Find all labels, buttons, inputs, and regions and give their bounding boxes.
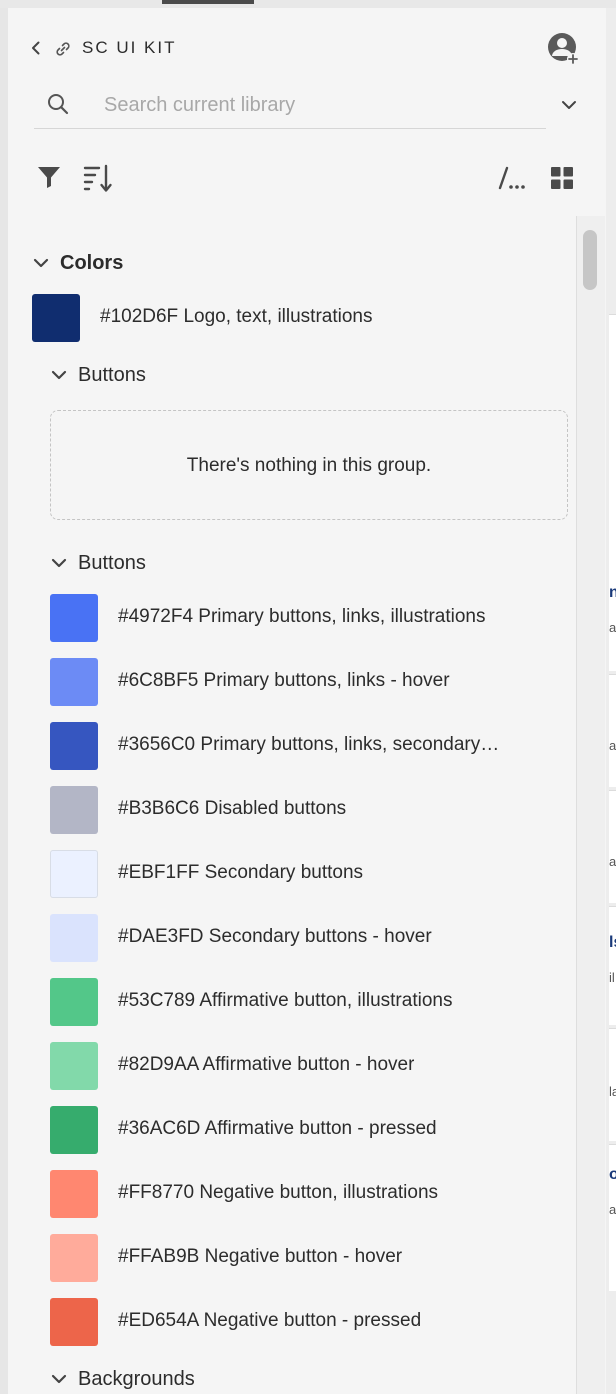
search-input[interactable] bbox=[102, 88, 526, 122]
color-swatch bbox=[50, 594, 98, 642]
search-bar bbox=[34, 84, 546, 129]
canvas-fragment: la bbox=[609, 1084, 616, 1099]
color-swatch-item[interactable]: #102D6F Logo, text, illustrations bbox=[32, 294, 572, 342]
canvas-fragment: n bbox=[609, 584, 616, 601]
color-label: #EBF1FF Secondary buttons bbox=[118, 862, 364, 883]
color-label: #FF8770 Negative button, illustrations bbox=[118, 1182, 439, 1203]
group-backgrounds[interactable]: Backgrounds bbox=[50, 1366, 270, 1394]
color-label: #36AC6D Affirmative button - pressed bbox=[118, 1118, 437, 1139]
canvas-card bbox=[609, 314, 616, 671]
sort-icon[interactable] bbox=[82, 162, 114, 194]
color-swatch bbox=[50, 1234, 98, 1282]
filter-icon[interactable] bbox=[36, 164, 62, 190]
canvas-fragment: o bbox=[609, 1166, 616, 1183]
color-swatch bbox=[50, 978, 98, 1026]
color-label: #4972F4 Primary buttons, links, illustra… bbox=[118, 606, 486, 627]
color-swatch-item[interactable]: #3656C0 Primary buttons, links, secondar… bbox=[50, 722, 576, 770]
library-toolbar bbox=[8, 158, 606, 198]
top-tab-strip bbox=[0, 0, 616, 8]
canvas-card bbox=[609, 790, 616, 903]
color-swatch bbox=[50, 850, 98, 898]
library-header: SC UI KIT bbox=[8, 32, 606, 66]
color-swatch-item[interactable]: #82D9AA Affirmative button - hover bbox=[50, 1042, 576, 1090]
color-swatch-item[interactable]: #4972F4 Primary buttons, links, illustra… bbox=[50, 594, 576, 642]
canvas-fragment: a bbox=[609, 1202, 616, 1217]
canvas-fragment: a bbox=[609, 620, 616, 635]
empty-group-message: There's nothing in this group. bbox=[186, 455, 432, 476]
color-label: #102D6F Logo, text, illustrations bbox=[100, 306, 373, 327]
color-swatch bbox=[50, 914, 98, 962]
color-label: #53C789 Affirmative button, illustration… bbox=[118, 990, 453, 1011]
left-edge bbox=[0, 8, 8, 1394]
group-label: Buttons bbox=[78, 364, 146, 386]
color-label: #6C8BF5 Primary buttons, links - hover bbox=[118, 670, 450, 691]
group-buttons-empty[interactable]: Buttons bbox=[50, 362, 250, 392]
color-swatch bbox=[50, 786, 98, 834]
color-swatch bbox=[50, 658, 98, 706]
document-canvas-edge: n a a a ls il la o a bbox=[606, 8, 616, 1394]
color-label: #B3B6C6 Disabled buttons bbox=[118, 798, 347, 819]
color-label: #ED654A Negative button - pressed bbox=[118, 1310, 422, 1331]
canvas-card bbox=[609, 674, 616, 787]
color-swatch bbox=[50, 1298, 98, 1346]
scrollbar-thumb[interactable] bbox=[583, 230, 597, 290]
library-content: Colors #102D6F Logo, text, illustrations… bbox=[8, 216, 576, 1394]
color-swatch bbox=[50, 1106, 98, 1154]
canvas-card bbox=[609, 906, 616, 1025]
grid-view-icon[interactable] bbox=[550, 166, 574, 190]
chevron-down-icon bbox=[33, 258, 49, 268]
add-user-icon[interactable] bbox=[546, 32, 580, 66]
vertical-scrollbar[interactable] bbox=[576, 216, 605, 1394]
canvas-fragment: ls bbox=[609, 934, 616, 951]
libraries-panel: SC UI KIT Search current library Colors … bbox=[8, 8, 606, 1394]
chevron-down-icon[interactable] bbox=[558, 94, 580, 116]
library-title: SC UI KIT bbox=[82, 38, 177, 57]
group-buttons[interactable]: Buttons bbox=[50, 550, 250, 580]
chevron-down-icon bbox=[51, 1374, 67, 1384]
color-swatch bbox=[50, 1170, 98, 1218]
color-swatch-item[interactable]: #ED654A Negative button - pressed bbox=[50, 1298, 576, 1346]
color-label: #3656C0 Primary buttons, links, secondar… bbox=[118, 734, 500, 755]
canvas-fragment: a bbox=[609, 738, 616, 753]
color-swatch-item[interactable]: #53C789 Affirmative button, illustration… bbox=[50, 978, 576, 1026]
color-swatch-item[interactable]: #DAE3FD Secondary buttons - hover bbox=[50, 914, 576, 962]
canvas-fragment: il bbox=[609, 970, 615, 985]
color-swatch-item[interactable]: #B3B6C6 Disabled buttons bbox=[50, 786, 576, 834]
search-icon bbox=[48, 94, 69, 115]
canvas-fragment: a bbox=[609, 854, 616, 869]
color-swatch-item[interactable]: #FFAB9B Negative button - hover bbox=[50, 1234, 576, 1282]
color-swatch-item[interactable]: #FF8770 Negative button, illustrations bbox=[50, 1170, 576, 1218]
color-swatch-item[interactable]: #36AC6D Affirmative button - pressed bbox=[50, 1106, 576, 1154]
path-view-icon[interactable] bbox=[498, 164, 528, 192]
color-swatch bbox=[32, 294, 80, 342]
group-label: Buttons bbox=[78, 552, 146, 574]
color-label: #82D9AA Affirmative button - hover bbox=[118, 1054, 415, 1075]
link-icon bbox=[56, 42, 70, 56]
chevron-down-icon bbox=[51, 558, 67, 568]
group-colors[interactable]: Colors bbox=[32, 250, 232, 280]
color-swatch-item[interactable]: #EBF1FF Secondary buttons bbox=[50, 850, 576, 898]
empty-group-dropzone: There's nothing in this group. bbox=[50, 410, 568, 520]
color-label: #DAE3FD Secondary buttons - hover bbox=[118, 926, 432, 947]
active-tab-indicator bbox=[162, 0, 254, 4]
color-swatch-item[interactable]: #6C8BF5 Primary buttons, links - hover bbox=[50, 658, 576, 706]
color-label: #FFAB9B Negative button - hover bbox=[118, 1246, 403, 1267]
color-swatch bbox=[50, 1042, 98, 1090]
color-swatch bbox=[50, 722, 98, 770]
chevron-down-icon bbox=[51, 370, 67, 380]
group-label: Backgrounds bbox=[78, 1368, 195, 1390]
chevron-left-icon[interactable] bbox=[28, 40, 44, 56]
group-label: Colors bbox=[60, 252, 124, 274]
